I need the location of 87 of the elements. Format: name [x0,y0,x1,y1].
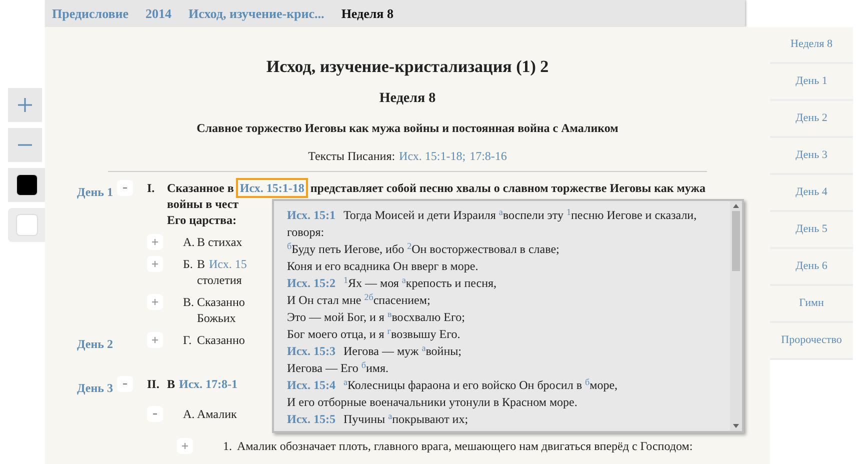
scripture-link[interactable]: Исх. 17:8-1 [179,376,238,392]
side-tab[interactable]: День 4 [770,175,853,212]
verse-reference[interactable]: Исх. 15:2 [287,275,336,292]
scroll-up-icon [733,204,739,208]
minus-icon [122,184,128,190]
scripture-link[interactable]: 17:8-16 [470,146,507,164]
expand-button[interactable] [177,438,193,454]
verse-text: $^{б}$Буду петь Иегове, ибо $^{2}$Он восторжествовал в славе; [287,241,560,258]
outline-text: В стихах [197,234,242,250]
plus-icon [152,260,158,266]
side-tab[interactable]: Неделя 8 [770,27,853,64]
verse-text: $^{а}$Колесницы фараона и его войско Он бросил в $^{б}$море, [344,377,618,394]
verse-text: Это — мой Бог, и я $^{в}$восхвалю Его; [287,309,465,326]
breadcrumb-link[interactable]: Неделя 8 [341,4,394,24]
outline-text: Сказанно [197,332,245,348]
breadcrumb-link[interactable]: Предисловие [52,4,129,24]
page-title: Исход, изучение-кристализация (1) 2 [266,56,549,78]
zoom-out-button[interactable] [8,128,42,162]
outline-text: Сказанно [197,294,245,310]
outline-text: Его царства: [167,212,236,228]
outline-marker: В. [182,294,196,310]
scripture-label: Тексты Писания: [308,148,396,164]
minus-icon [122,380,128,386]
side-tab[interactable]: День 6 [770,249,853,286]
side-tab[interactable]: Гимн [770,286,853,323]
verse-reference[interactable]: Исх. 15:4 [287,377,336,394]
expand-button[interactable] [147,234,163,250]
outline-text: войны в чест [167,196,239,212]
verse-reference[interactable]: Исх. 15:3 [287,343,336,360]
breadcrumb-link[interactable]: 2014 [146,4,172,24]
expand-button[interactable] [147,256,163,272]
outline-marker: I. [146,180,156,196]
side-tab[interactable]: День 3 [770,138,853,175]
separator-text: ; [462,148,466,164]
scripture-link[interactable]: Исх. 15:1-18 [399,146,462,164]
outline-text: Божьих [197,310,236,326]
expand-button[interactable] [147,294,163,310]
scroll-down-icon [733,424,739,428]
plus-icon [18,98,32,112]
color-swatch-button[interactable] [8,168,45,202]
outline-text: столетия [197,272,242,288]
color-swatch-button[interactable] [8,208,45,242]
verse-text: Иегова — муж $^{а}$войны; [344,343,462,360]
outline-text: Амалик [197,406,237,422]
outline-marker: Г. [182,332,193,348]
verse-text: И Он стал мне $^{2б}$спасением; [287,292,430,309]
outline-text: В [167,376,176,392]
verse-text: Иегова — Его $^{б}$имя. [287,360,389,377]
verse-text: говоря: [287,224,324,241]
outline-marker: Б. [182,256,194,272]
outline-marker: 1. [222,438,233,454]
verse-text: Пучины $^{а}$покрывают их; [344,411,468,428]
verse-text: Тогда Моисей и дети Израиля $^{а}$воспели эту $^{1}$песню Иегове и сказали, [344,207,697,224]
outline-text: представляет собой песню хвалы о славном торжестве Иеговы как мужа [310,180,706,196]
side-tab[interactable]: День 1 [770,64,853,101]
zoom-in-button[interactable] [8,88,42,122]
minus-icon [152,410,158,416]
scrollbar-thumb[interactable] [732,211,740,271]
day-link[interactable]: День 2 [77,336,113,350]
scripture-link[interactable]: Исх. 15:1-18 [238,180,306,196]
breadcrumb-link[interactable]: Исход, изучение-крис... [188,4,324,24]
day-link[interactable]: День 1 [77,184,113,198]
side-tab[interactable]: День 5 [770,212,853,249]
outline-marker: II. [146,376,160,392]
plus-icon [152,298,158,304]
outline-text: Амалик обозначает плоть, главного врага, мешающего нам двигаться вперёд с Господом: [237,438,693,454]
lesson-subtitle: Славное торжество Иеговы как мужа войны и постоянная война с Амаликом [196,120,618,136]
outline-marker: А. [182,406,196,422]
plus-icon [182,442,188,448]
verse-text: Бог моего отца, и я $^{г}$возвышу Его. [287,326,460,343]
verse-text: И его отборные военачальники утонули в Красном море. [287,394,578,411]
outline-text: Сказанное в [167,180,234,196]
side-tab[interactable]: День 2 [770,101,853,138]
outline-marker: А. [182,234,196,250]
expand-button[interactable] [147,332,163,348]
verse-reference[interactable]: Исх. 15:5 [287,411,336,428]
week-heading: Неделя 8 [379,90,436,108]
day-link[interactable]: День 3 [77,380,113,394]
scripture-link[interactable]: Исх. 15 [209,256,247,272]
plus-icon [152,238,158,244]
outline-text: В [197,256,206,272]
plus-icon [152,336,158,342]
scrollbar[interactable] [730,201,742,431]
side-tab[interactable]: Пророчество [770,323,853,360]
verse-text: Коня и его всадника Он вверг в море. [287,258,478,275]
verse-text: $^{1}$Ях — моя $^{а}$крепость и песня, [344,275,497,292]
verse-reference[interactable]: Исх. 15:1 [287,207,336,224]
